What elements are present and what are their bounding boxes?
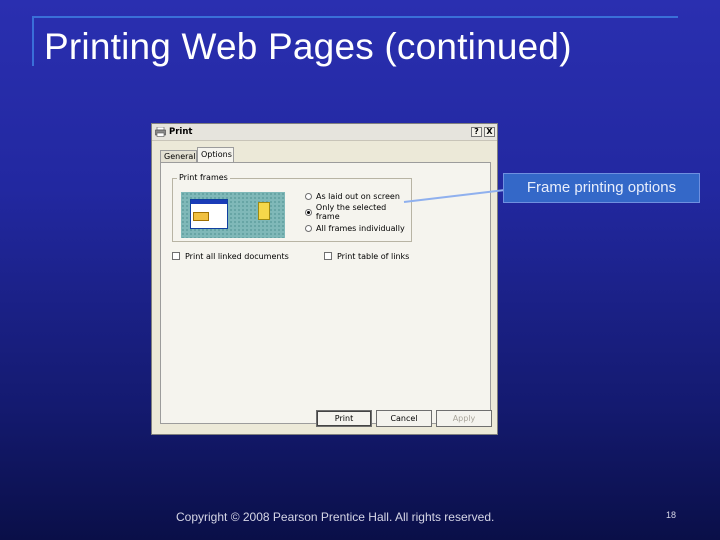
callout-label: Frame printing options — [503, 173, 700, 203]
copyright-footer: Copyright © 2008 Pearson Prentice Hall. … — [176, 510, 495, 524]
callout-line — [403, 189, 506, 203]
callout-connector — [403, 189, 506, 203]
page-number: 18 — [666, 510, 677, 520]
